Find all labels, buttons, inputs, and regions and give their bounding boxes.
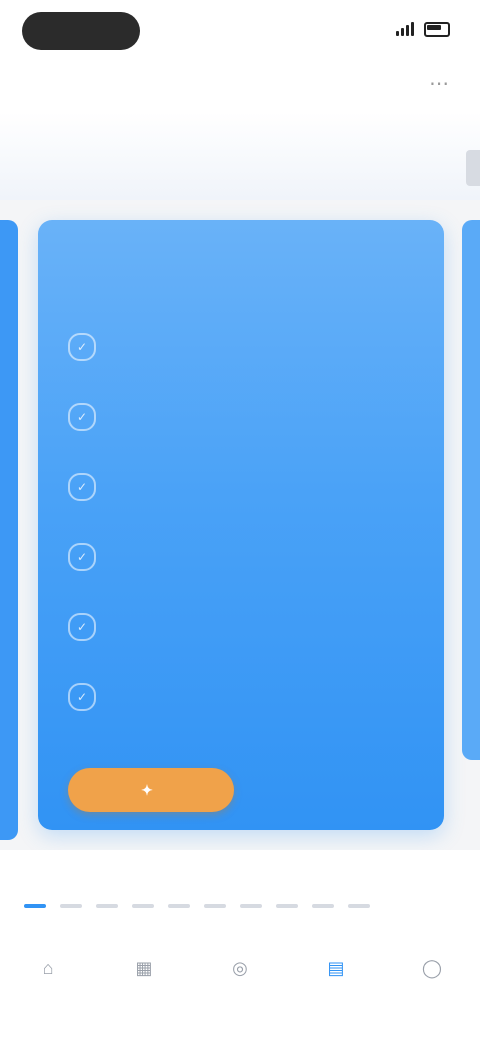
list-item: ✓: [68, 312, 418, 382]
nav-bar: ⋯: [0, 56, 480, 112]
bottom-tab-bar: ⌂ ▦ ◎ ▤ ◯: [0, 950, 480, 1040]
tabs-row: [0, 112, 480, 200]
pager-dots: [24, 904, 370, 908]
pager-dot[interactable]: [168, 904, 190, 908]
check-icon: ✓: [68, 613, 96, 641]
tab-bar-item[interactable]: ⌂: [8, 956, 88, 980]
tab-bar-item[interactable]: ▤: [296, 956, 376, 980]
pager-dot[interactable]: [24, 904, 46, 908]
check-icon: ✓: [68, 543, 96, 571]
list-item: ✓: [68, 662, 418, 732]
pager-dot[interactable]: [276, 904, 298, 908]
tab-overflow-edge[interactable]: [466, 150, 480, 186]
feature-list: ✓ ✓ ✓ ✓ ✓ ✓: [68, 312, 418, 732]
user-icon: ◯: [421, 958, 443, 978]
check-icon: ✓: [68, 683, 96, 711]
list-item: ✓: [68, 382, 418, 452]
tab-bar-item[interactable]: ◯: [392, 956, 472, 980]
list-item: ✓: [68, 522, 418, 592]
chart-icon: ▤: [327, 958, 345, 978]
previous-card[interactable]: [0, 220, 18, 840]
battery-icon: [424, 21, 450, 37]
grid-icon: ▦: [135, 958, 153, 978]
check-icon: ✓: [68, 403, 96, 431]
tab-bar-item[interactable]: ◎: [200, 956, 280, 980]
pager: [0, 850, 480, 950]
more-icon[interactable]: ⋯: [422, 66, 456, 100]
pager-dot[interactable]: [240, 904, 262, 908]
pager-dot[interactable]: [96, 904, 118, 908]
sparkle-icon: ✦: [141, 781, 153, 798]
next-card[interactable]: [462, 220, 480, 760]
card-carousel[interactable]: ✓ ✓ ✓ ✓ ✓ ✓ ✦: [0, 210, 480, 840]
cta-button[interactable]: ✦: [68, 768, 234, 812]
pager-dot[interactable]: [60, 904, 82, 908]
check-icon: ✓: [68, 333, 96, 361]
status-icons: [386, 18, 450, 40]
pager-dot[interactable]: [204, 904, 226, 908]
pager-dot[interactable]: [348, 904, 370, 908]
check-icon: ✓: [68, 473, 96, 501]
list-item: ✓: [68, 592, 418, 662]
pager-dot[interactable]: [312, 904, 334, 908]
compass-icon: ◎: [232, 958, 248, 978]
pager-dot[interactable]: [132, 904, 154, 908]
feature-card[interactable]: ✓ ✓ ✓ ✓ ✓ ✓ ✦: [38, 220, 444, 830]
list-item: ✓: [68, 452, 418, 522]
status-pill: [22, 12, 140, 50]
tab-bar-item[interactable]: ▦: [104, 956, 184, 980]
status-bar: [0, 0, 480, 56]
home-icon: ⌂: [42, 958, 54, 978]
signal-icon: [396, 22, 414, 36]
